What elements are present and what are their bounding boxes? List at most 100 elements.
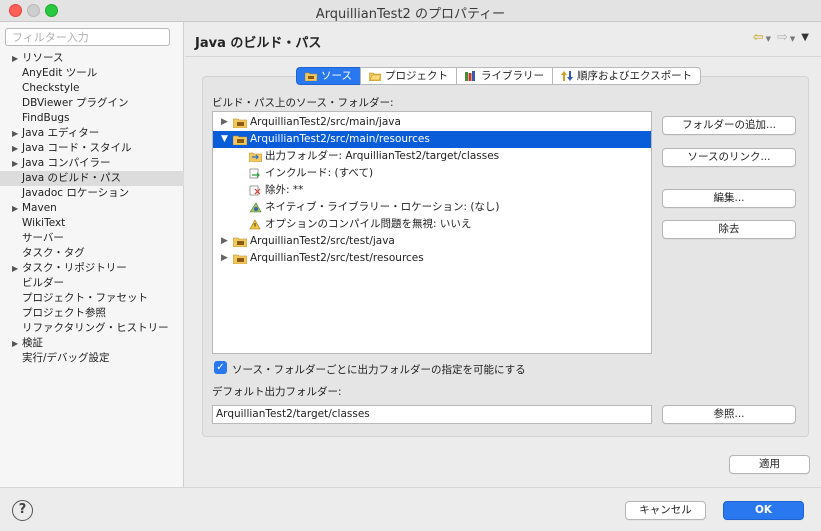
- edit-button[interactable]: 編集...: [662, 189, 796, 208]
- sidebar-item-label: 検証: [22, 337, 43, 349]
- source-folder-icon: [233, 135, 247, 145]
- sidebar-item[interactable]: ▶ リソース: [0, 51, 184, 66]
- native-library-icon: [249, 202, 262, 213]
- dialog-footer: ? キャンセル OK: [0, 487, 821, 531]
- sidebar-item[interactable]: リファクタリング・ヒストリー: [0, 321, 184, 336]
- sidebar-item[interactable]: ▶ Java コンパイラー: [0, 156, 184, 171]
- sidebar: ▶ リソース AnyEdit ツール Checkstyle DBViewer プラグイン…: [0, 22, 184, 487]
- help-icon[interactable]: ?: [12, 500, 33, 521]
- expand-arrow-icon[interactable]: ▶: [221, 250, 228, 267]
- sidebar-item-label: Javadoc ロケーション: [22, 187, 130, 199]
- expand-arrow-icon[interactable]: ▶: [12, 201, 18, 216]
- page-title: Java のビルド・パス: [195, 36, 322, 51]
- sidebar-item[interactable]: FindBugs: [0, 111, 184, 126]
- tree-item-label: 出力フォルダー: ArquillianTest2/target/classes: [265, 150, 500, 162]
- ok-button[interactable]: OK: [723, 501, 804, 520]
- source-folder-icon: [233, 237, 247, 247]
- sidebar-item-label: AnyEdit ツール: [22, 67, 98, 79]
- sidebar-item-label: プロジェクト・ファセット: [22, 292, 148, 304]
- expand-arrow-icon[interactable]: ▶: [221, 233, 228, 250]
- link-source-button[interactable]: ソースのリンク...: [662, 148, 796, 167]
- expand-arrow-icon[interactable]: ▶: [12, 141, 18, 156]
- sidebar-item[interactable]: タスク・タグ: [0, 246, 184, 261]
- tree-item-label: ArquillianTest2/src/main/resources: [250, 133, 430, 145]
- tab-source[interactable]: ソース: [296, 67, 361, 85]
- sidebar-item[interactable]: DBViewer プラグイン: [0, 96, 184, 111]
- forward-dropdown-icon[interactable]: ▼: [790, 35, 795, 45]
- tab-bar: ソース プロジェクト ライブラリー 順序およびエクスポート: [296, 67, 702, 85]
- project-folder-icon: [368, 72, 381, 81]
- source-folders-label: ビルド・パス上のソース・フォルダー:: [212, 97, 394, 109]
- window-title: ArquillianTest2 のプロパティー: [315, 7, 506, 22]
- sidebar-item-label: Java コード・スタイル: [22, 142, 132, 154]
- cancel-button[interactable]: キャンセル: [625, 501, 706, 520]
- tree-row-test-java[interactable]: ▶ ArquillianTest2/src/test/java: [213, 233, 651, 250]
- sidebar-item[interactable]: Java のビルド・パス: [0, 171, 184, 186]
- history-nav: ⇦ ▼ ⇨ ▼ ▼: [753, 30, 809, 45]
- collapse-arrow-icon[interactable]: ▼: [221, 131, 228, 148]
- tree-row-excluded[interactable]: 除外: **: [213, 182, 651, 199]
- tab-order-export[interactable]: 順序およびエクスポート: [551, 67, 702, 85]
- back-arrow-icon[interactable]: ⇦: [753, 30, 764, 45]
- allow-output-folders-label: ソース・フォルダーごとに出力フォルダーの指定を可能にする: [232, 364, 526, 376]
- sidebar-item-label: WikiText: [22, 217, 66, 229]
- tab-projects[interactable]: プロジェクト: [359, 67, 457, 85]
- tree-item-label: ArquillianTest2/src/main/java: [250, 116, 401, 128]
- library-icon: [464, 71, 475, 81]
- sidebar-item-label: タスク・タグ: [22, 247, 85, 259]
- expand-arrow-icon[interactable]: ▶: [12, 336, 18, 351]
- tree-row-output-folder[interactable]: 出力フォルダー: ArquillianTest2/target/classes: [213, 148, 651, 165]
- sidebar-item[interactable]: ▶ 検証: [0, 336, 184, 351]
- tree-row-native-library[interactable]: ネイティブ・ライブラリー・ロケーション: (なし): [213, 199, 651, 216]
- sidebar-item[interactable]: ▶ Java エディター: [0, 126, 184, 141]
- exclude-icon: [249, 185, 261, 196]
- tree-row-test-resources[interactable]: ▶ ArquillianTest2/src/test/resources: [213, 250, 651, 267]
- include-icon: [249, 168, 260, 179]
- output-folder-icon: [249, 152, 262, 162]
- expand-arrow-icon[interactable]: ▶: [12, 156, 18, 171]
- browse-button[interactable]: 参照...: [662, 405, 796, 424]
- sidebar-item[interactable]: ▶ Java コード・スタイル: [0, 141, 184, 156]
- sidebar-item[interactable]: WikiText: [0, 216, 184, 231]
- sidebar-item[interactable]: ▶ Maven: [0, 201, 184, 216]
- sidebar-item[interactable]: AnyEdit ツール: [0, 66, 184, 81]
- add-folder-button[interactable]: フォルダーの追加...: [662, 116, 796, 135]
- apply-button[interactable]: 適用: [729, 455, 810, 474]
- filter-input[interactable]: [5, 28, 170, 46]
- expand-arrow-icon[interactable]: ▶: [221, 114, 228, 131]
- header-separator: [185, 56, 821, 57]
- tree-item-label: オプションのコンパイル問題を無視: いいえ: [265, 218, 472, 230]
- sidebar-item-label: Java のビルド・パス: [22, 172, 122, 184]
- order-export-icon: [560, 71, 573, 81]
- tree-row-included[interactable]: インクルード: (すべて): [213, 165, 651, 182]
- sidebar-item[interactable]: プロジェクト・ファセット: [0, 291, 184, 306]
- tree-row-main-java[interactable]: ▶ ArquillianTest2/src/main/java: [213, 114, 651, 131]
- tab-libraries[interactable]: ライブラリー: [455, 67, 553, 85]
- sidebar-item[interactable]: プロジェクト参照: [0, 306, 184, 321]
- back-dropdown-icon[interactable]: ▼: [766, 35, 771, 45]
- remove-button[interactable]: 除去: [662, 220, 796, 239]
- sidebar-item-label: サーバー: [22, 232, 64, 244]
- expand-arrow-icon[interactable]: ▶: [12, 51, 18, 66]
- allow-output-folders-checkbox[interactable]: ✓: [214, 361, 227, 374]
- sidebar-item[interactable]: ▶ タスク・リポジトリー: [0, 261, 184, 276]
- tree-row-main-resources[interactable]: ▼ ArquillianTest2/src/main/resources: [213, 131, 651, 148]
- tree-row-ignore-problems[interactable]: オプションのコンパイル問題を無視: いいえ: [213, 216, 651, 233]
- expand-arrow-icon[interactable]: ▶: [12, 261, 18, 276]
- sidebar-item[interactable]: サーバー: [0, 231, 184, 246]
- forward-arrow-icon[interactable]: ⇨: [777, 30, 788, 45]
- tab-source-label: ソース: [321, 70, 352, 82]
- sidebar-item[interactable]: Javadoc ロケーション: [0, 186, 184, 201]
- sidebar-item-label: DBViewer プラグイン: [22, 97, 129, 109]
- sidebar-item-label: Checkstyle: [22, 82, 80, 94]
- sidebar-item-label: 実行/デバッグ設定: [22, 352, 110, 364]
- sidebar-item-label: Java コンパイラー: [22, 157, 111, 169]
- sidebar-item-label: タスク・リポジトリー: [22, 262, 127, 274]
- view-menu-icon[interactable]: ▼: [801, 32, 809, 45]
- sidebar-item[interactable]: Checkstyle: [0, 81, 184, 96]
- sidebar-item[interactable]: ビルダー: [0, 276, 184, 291]
- default-output-field[interactable]: ArquillianTest2/target/classes: [212, 405, 652, 424]
- expand-arrow-icon[interactable]: ▶: [12, 126, 18, 141]
- sidebar-item[interactable]: 実行/デバッグ設定: [0, 351, 184, 366]
- source-folder-tree[interactable]: ▶ ArquillianTest2/src/main/java ▼ Arquil…: [212, 111, 652, 354]
